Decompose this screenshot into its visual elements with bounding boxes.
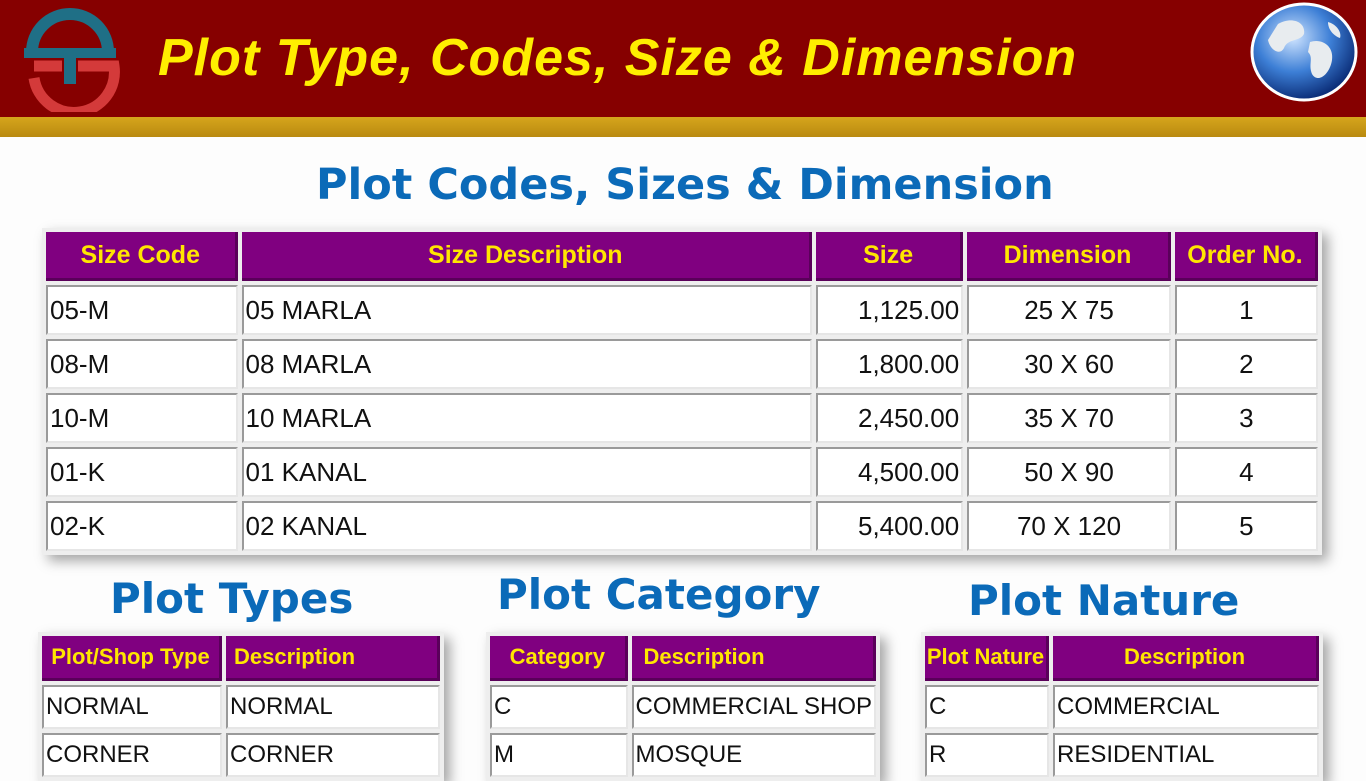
dimension-cell: 30 X 60: [967, 339, 1171, 389]
size-code-cell: 10-M: [46, 393, 238, 443]
codes-section-title: Plot Codes, Sizes & Dimension: [316, 160, 1054, 210]
order-no-cell: 5: [1174, 501, 1318, 551]
plot-type-cell: CORNER: [42, 733, 222, 777]
order-no-cell: 1: [1174, 285, 1318, 335]
table-row: M MOSQUE: [490, 733, 876, 777]
size-code-cell: 02-K: [46, 501, 238, 551]
column-header: Order No.: [1174, 232, 1318, 281]
plot-type-cell: NORMAL: [42, 685, 222, 729]
column-header: Size Description: [241, 232, 813, 281]
order-no-cell: 2: [1174, 339, 1318, 389]
size-cell: 1,125.00: [816, 285, 964, 335]
column-header: Description: [226, 636, 440, 681]
plot-nature-cell: R: [925, 733, 1049, 777]
ts-logo-icon: [24, 8, 120, 112]
globe-icon: [1250, 2, 1358, 102]
category-cell: M: [490, 733, 628, 777]
table-row: CORNER CORNER: [42, 733, 440, 777]
table-row: C COMMERCIAL: [925, 685, 1319, 729]
table-row: 05-M 05 MARLA 1,125.00 25 X 75 1: [46, 285, 1318, 335]
category-section-title: Plot Category: [497, 570, 821, 619]
order-no-cell: 4: [1174, 447, 1318, 497]
size-description-cell: 10 MARLA: [241, 393, 813, 443]
table-row: C COMMERCIAL SHOP: [490, 685, 876, 729]
type-description-cell: CORNER: [226, 733, 440, 777]
size-code-cell: 08-M: [46, 339, 238, 389]
size-code-cell: 05-M: [46, 285, 238, 335]
column-header: Description: [631, 636, 876, 681]
column-header: Dimension: [967, 232, 1171, 281]
banner-title: Plot Type, Codes, Size & Dimension: [158, 29, 1078, 87]
order-no-cell: 3: [1174, 393, 1318, 443]
table-row: 01-K 01 KANAL 4,500.00 50 X 90 4: [46, 447, 1318, 497]
size-code-cell: 01-K: [46, 447, 238, 497]
nature-header-row: Plot Nature Description: [925, 636, 1319, 681]
category-header-row: Category Description: [490, 636, 876, 681]
size-description-cell: 05 MARLA: [241, 285, 813, 335]
column-header: Plot Nature: [925, 636, 1049, 681]
table-row: NORMAL NORMAL: [42, 685, 440, 729]
dimension-cell: 25 X 75: [967, 285, 1171, 335]
category-description-cell: MOSQUE: [631, 733, 876, 777]
table-row: 08-M 08 MARLA 1,800.00 30 X 60 2: [46, 339, 1318, 389]
column-header: Description: [1053, 636, 1319, 681]
size-cell: 1,800.00: [816, 339, 964, 389]
plot-nature-cell: C: [925, 685, 1049, 729]
nature-section-title: Plot Nature: [968, 576, 1240, 625]
size-description-cell: 01 KANAL: [241, 447, 813, 497]
type-description-cell: NORMAL: [226, 685, 440, 729]
size-cell: 4,500.00: [816, 447, 964, 497]
table-row: 10-M 10 MARLA 2,450.00 35 X 70 3: [46, 393, 1318, 443]
dimension-cell: 35 X 70: [967, 393, 1171, 443]
codes-header-row: Size Code Size Description Size Dimensio…: [46, 232, 1318, 281]
dimension-cell: 50 X 90: [967, 447, 1171, 497]
table-row: R RESIDENTIAL: [925, 733, 1319, 777]
header-gold-strip: [0, 117, 1366, 137]
size-cell: 2,450.00: [816, 393, 964, 443]
header-banner: Plot Type, Codes, Size & Dimension: [0, 0, 1366, 117]
column-header: Size: [816, 232, 964, 281]
column-header: Plot/Shop Type: [42, 636, 222, 681]
column-header: Category: [490, 636, 628, 681]
plot-types-table: Plot/Shop Type Description NORMAL NORMAL…: [38, 632, 444, 781]
column-header: Size Code: [46, 232, 238, 281]
types-header-row: Plot/Shop Type Description: [42, 636, 440, 681]
table-row: 02-K 02 KANAL 5,400.00 70 X 120 5: [46, 501, 1318, 551]
nature-description-cell: RESIDENTIAL: [1053, 733, 1319, 777]
types-section-title: Plot Types: [110, 574, 354, 623]
size-cell: 5,400.00: [816, 501, 964, 551]
category-cell: C: [490, 685, 628, 729]
nature-description-cell: COMMERCIAL: [1053, 685, 1319, 729]
size-description-cell: 02 KANAL: [241, 501, 813, 551]
plot-nature-table: Plot Nature Description C COMMERCIAL R R…: [921, 632, 1323, 781]
category-description-cell: COMMERCIAL SHOP: [631, 685, 876, 729]
dimension-cell: 70 X 120: [967, 501, 1171, 551]
plot-category-table: Category Description C COMMERCIAL SHOP M…: [486, 632, 880, 781]
codes-table: Size Code Size Description Size Dimensio…: [42, 228, 1322, 555]
size-description-cell: 08 MARLA: [241, 339, 813, 389]
